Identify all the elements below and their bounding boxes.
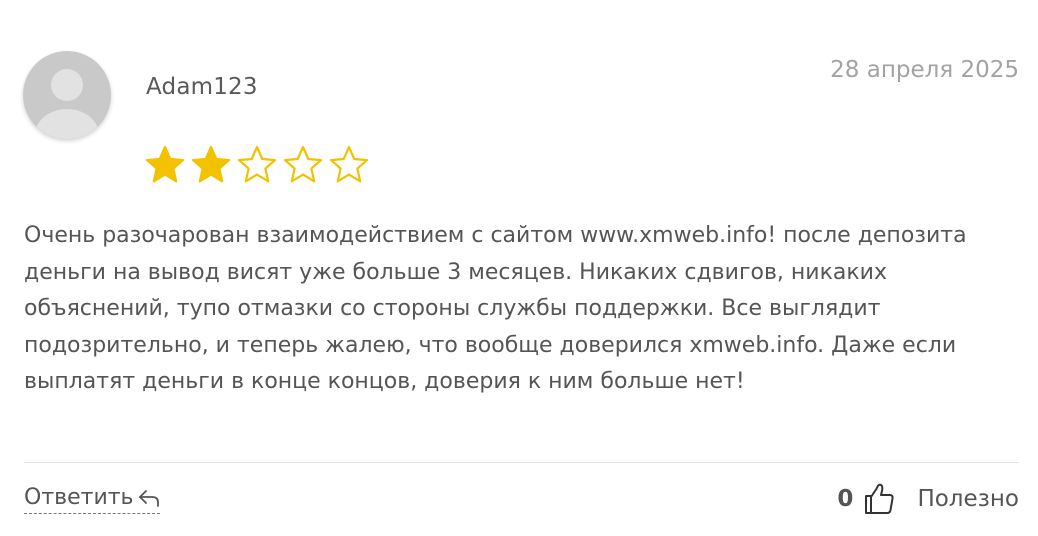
useful-section: 0 Полезно (837, 482, 1019, 516)
star-empty-icon (283, 145, 323, 183)
divider (24, 462, 1019, 463)
star-filled-icon (191, 145, 231, 183)
review-card: Adam123 28 апреля 2025 Очень разочарован… (0, 0, 1038, 536)
useful-button[interactable]: Полезно (917, 486, 1019, 512)
reply-button[interactable]: Ответить (24, 485, 160, 514)
reply-label: Ответить (24, 485, 134, 510)
review-text: Очень разочарован взаимодействием с сайт… (24, 223, 967, 395)
review-date: 28 апреля 2025 (830, 57, 1019, 83)
star-rating (144, 144, 370, 186)
author-name: Adam123 (146, 74, 258, 100)
avatar (23, 51, 111, 139)
useful-count: 0 (837, 486, 854, 512)
user-silhouette-icon (35, 69, 99, 139)
reply-arrow-icon (138, 489, 159, 507)
thumbs-up-icon[interactable] (863, 482, 895, 516)
star-empty-icon (329, 145, 369, 183)
star-empty-icon (237, 145, 277, 183)
star-filled-icon (145, 145, 185, 183)
